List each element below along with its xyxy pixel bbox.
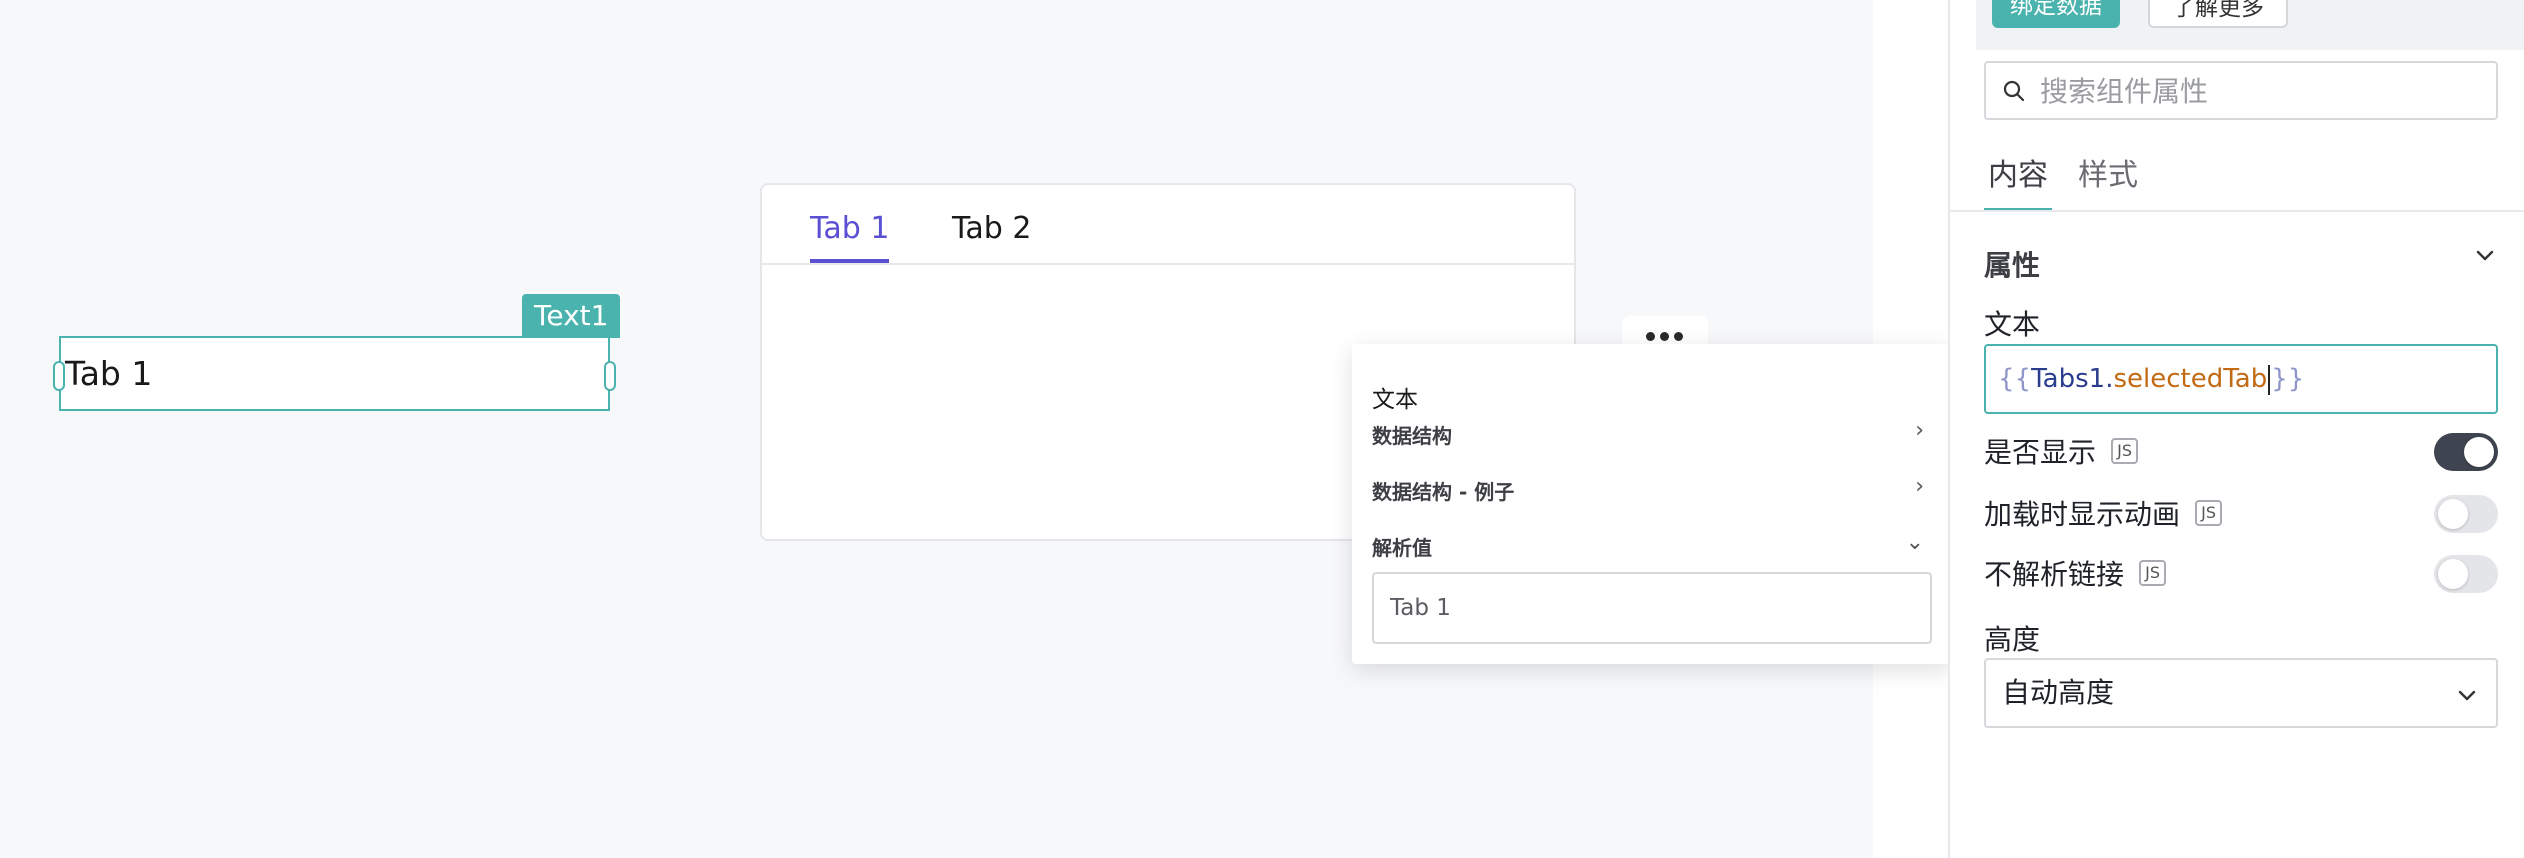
animate-toggle[interactable] xyxy=(2434,495,2498,533)
schema-row-label: 数据结构 xyxy=(1372,424,1452,448)
chevron-right-icon: › xyxy=(1915,474,1924,499)
chevron-right-icon: › xyxy=(1915,418,1924,443)
animate-label: 加载时显示动画 xyxy=(1984,498,2181,531)
popover-title: 文本 xyxy=(1372,387,1418,413)
learn-more-button[interactable]: 了解更多 xyxy=(2148,0,2288,28)
evaluated-value-row[interactable]: 解析值 ⌄ xyxy=(1372,530,1930,562)
tab-content[interactable]: 内容 xyxy=(1984,150,2052,212)
height-property-label: 高度 xyxy=(1984,623,2041,656)
no-link-toggle[interactable] xyxy=(2434,555,2498,593)
binding-property: selectedTab xyxy=(2113,364,2268,394)
tabs-divider xyxy=(1950,210,2524,212)
resize-handle-left[interactable] xyxy=(53,361,65,391)
property-panel: 绑定数据 了解更多 内容 样式 属性 文本 {{Tabs1.selectedTa… xyxy=(1948,0,2524,858)
binding-object: Tabs1 xyxy=(2031,364,2106,394)
text-property-label: 文本 xyxy=(1984,308,2041,341)
js-toggle-button[interactable]: JS xyxy=(2195,500,2222,526)
tab-1[interactable]: Tab 1 xyxy=(810,211,890,263)
no-link-property-row: 不解析链接 JS xyxy=(1984,553,2498,597)
evaluated-value-box: Tab 1 xyxy=(1372,572,1932,644)
tab-style[interactable]: 样式 xyxy=(2078,150,2138,212)
binding-close: }} xyxy=(2271,364,2305,394)
schema-example-row-label: 数据结构 - 例子 xyxy=(1372,480,1515,504)
text-widget-value: Tab 1 xyxy=(65,354,153,393)
bind-data-button[interactable]: 绑定数据 xyxy=(1992,0,2120,28)
visible-toggle[interactable] xyxy=(2434,433,2498,471)
animate-property-row: 加载时显示动画 JS xyxy=(1984,493,2498,537)
section-title[interactable]: 属性 xyxy=(1984,244,2040,284)
schema-row[interactable]: 数据结构 › xyxy=(1372,418,1930,450)
text-caret xyxy=(2268,364,2271,395)
evaluated-value-row-label: 解析值 xyxy=(1372,536,1432,560)
binding-open: {{ xyxy=(1998,364,2032,394)
tab-2[interactable]: Tab 2 xyxy=(952,211,1031,263)
js-toggle-button[interactable]: JS xyxy=(2139,560,2166,586)
text-widget[interactable]: Tab 1 xyxy=(53,336,616,411)
text-binding-input[interactable]: {{Tabs1.selectedTab}} xyxy=(1984,344,2498,414)
height-select[interactable]: 自动高度 xyxy=(1984,658,2498,728)
resize-handle-right[interactable] xyxy=(604,361,616,391)
visible-label: 是否显示 xyxy=(1984,436,2097,469)
widget-name-tag[interactable]: Text1 xyxy=(522,294,621,338)
search-box[interactable] xyxy=(1984,61,2498,120)
evaluated-value-popover: 文本 数据结构 › 数据结构 - 例子 › 解析值 ⌄ Tab 1 xyxy=(1352,344,1952,664)
schema-example-row[interactable]: 数据结构 - 例子 › xyxy=(1372,474,1930,506)
tabs-header: Tab 1 Tab 2 xyxy=(762,185,1574,265)
no-link-label: 不解析链接 xyxy=(1984,558,2125,591)
height-select-value: 自动高度 xyxy=(2002,676,2115,709)
visible-property-row: 是否显示 JS xyxy=(1984,431,2498,475)
chevron-down-icon: ⌄ xyxy=(1905,530,1924,555)
chevron-down-icon xyxy=(2458,690,2476,701)
chevron-down-icon[interactable] xyxy=(2474,244,2496,266)
search-icon xyxy=(2003,80,2025,102)
search-input[interactable] xyxy=(2040,71,2480,111)
js-toggle-button[interactable]: JS xyxy=(2111,438,2138,464)
